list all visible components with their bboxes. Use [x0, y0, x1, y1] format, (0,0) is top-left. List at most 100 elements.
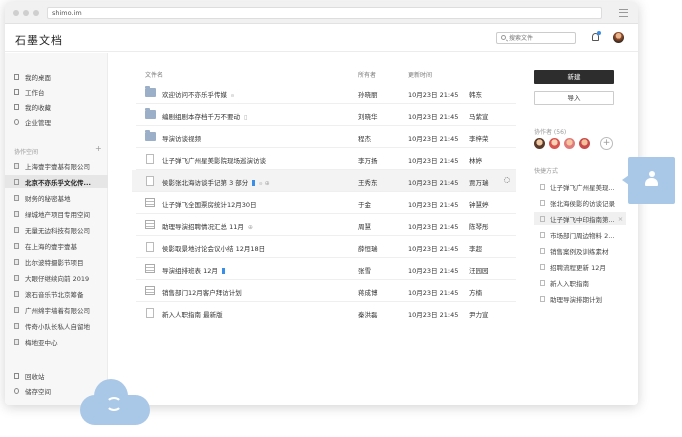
file-owner: 刘晓华 — [358, 113, 378, 121]
space-icon — [14, 242, 19, 249]
star-icon — [14, 103, 19, 110]
sidebar-item-space[interactable]: 大眼仔继续向前 2019 — [5, 271, 108, 284]
shortcut-item-hovered[interactable]: 让子弹飞中印指南第... × — [534, 212, 626, 225]
sidebar-item-space[interactable]: 无量无边科技有限公司 — [5, 223, 108, 236]
collaborator-avatar[interactable] — [534, 138, 545, 149]
sidebar-item-label: 财务的秘密基地 — [25, 194, 71, 203]
sidebar-item-space[interactable]: 在上海的壹宇壹基 — [5, 239, 108, 252]
document-icon — [540, 263, 545, 270]
sidebar-item-space[interactable]: 滚石音乐节北京筹备 — [5, 287, 108, 300]
table-row[interactable]: 让子弹飞广州星美影院现场巡演访谈 李万扬 10月23日 21:45 林婷 — [136, 148, 516, 170]
sidebar-item-space[interactable]: 传奇小队长私人自留地 — [5, 319, 108, 332]
file-time: 10月23日 21:45 — [408, 135, 459, 143]
collaborator-avatar[interactable] — [579, 138, 590, 149]
sidebar-item-desktop[interactable]: 我的桌面 — [5, 70, 108, 83]
sidebar-item-label: 比尔波特摄影节项目 — [25, 258, 84, 267]
file-name: 新入人职指南 最新版 — [162, 311, 223, 319]
file-owner: 蒋成博 — [358, 289, 378, 297]
table-row[interactable]: 让子弹飞全国票房统计12月30日 于金 10月23日 21:45 钟慧婷 — [136, 192, 516, 214]
new-button[interactable]: 新建 — [534, 70, 614, 84]
file-name: 让子弹飞广州星美影院现场巡演访谈 — [162, 157, 266, 165]
document-icon — [540, 231, 545, 238]
menu-icon[interactable] — [619, 9, 628, 17]
shortcut-item[interactable]: 销售案例及训练素材 — [534, 244, 626, 257]
sidebar-item-space[interactable]: 财务的秘密基地 — [5, 191, 108, 204]
shortcut-item[interactable]: 新人入职指南 — [534, 276, 626, 289]
window-controls — [13, 10, 39, 16]
user-avatar[interactable] — [613, 32, 624, 43]
minimize-window-dot[interactable] — [23, 10, 29, 16]
app-logo[interactable]: 石墨文档 — [15, 32, 63, 48]
sidebar-item-space[interactable]: 比尔波特摄影节项目 — [5, 255, 108, 268]
person-icon — [645, 171, 658, 188]
sidebar-item-label: 梅地亚中心 — [25, 338, 58, 347]
space-icon — [14, 226, 19, 233]
sidebar-item-space[interactable]: 广州绵宇墙着有限公司 — [5, 303, 108, 316]
sidebar-item-label: 北京不亦乐乎文化传... — [25, 178, 91, 187]
sidebar-item-space-active[interactable]: 北京不亦乐乎文化传... — [5, 175, 108, 188]
shortcut-item[interactable]: 让子弹飞广州星美现... — [534, 180, 626, 193]
space-icon — [14, 258, 19, 265]
file-editor: 尹力宣 — [469, 311, 489, 319]
file-time: 10月23日 21:45 — [408, 267, 459, 275]
sidebar-item-workbench[interactable]: 工作台 — [5, 85, 108, 98]
collaborator-avatar[interactable] — [549, 138, 560, 149]
sidebar-item-label: 我的桌面 — [25, 73, 51, 82]
table-row[interactable]: 侯影取景地讨论会议小结 12月18日 薛恒瑞 10月23日 21:45 李超 — [136, 236, 516, 258]
maximize-window-dot[interactable] — [33, 10, 39, 16]
sidebar-item-label: 滚石音乐节北京筹备 — [25, 290, 84, 299]
collaborators-label: 协作者 (56) — [534, 129, 567, 136]
column-header-updated[interactable]: 更新时间 — [408, 70, 432, 79]
table-row-hovered[interactable]: 侯影张北海访谈手记第 3 部分ဓ ⊕ 王秀东 10月23日 21:45 贾万瑞 — [132, 170, 516, 192]
document-icon — [146, 242, 154, 252]
row-settings-gear-icon[interactable] — [504, 177, 510, 183]
shortcut-item[interactable]: 市场部门周边物料 2... — [534, 228, 626, 241]
sidebar-item-label: 上海壹宇壹基有限公司 — [25, 162, 90, 171]
import-button[interactable]: 导入 — [534, 91, 614, 105]
space-icon — [14, 306, 19, 313]
column-header-name[interactable]: 文件名 — [145, 70, 163, 79]
link-icon: ⊕ — [247, 224, 253, 231]
search-box[interactable] — [496, 32, 576, 44]
shortcut-item[interactable]: 张北海侯影的访谈记录 — [534, 196, 626, 209]
collaborator-avatar[interactable] — [564, 138, 575, 149]
file-name: 销售部门12月客户拜访计划 — [162, 289, 242, 297]
table-row[interactable]: 编剧组剧本存档千万不要动 ▯ 刘晓华 10月23日 21:45 马紫宣 — [136, 104, 516, 126]
remove-shortcut-close-icon[interactable]: × — [618, 215, 623, 223]
shortcut-item[interactable]: 助理导演排期计划 — [534, 292, 626, 305]
workbench-icon — [14, 88, 19, 95]
sidebar-item-space[interactable]: 上海壹宇壹基有限公司 — [5, 159, 108, 172]
close-window-dot[interactable] — [13, 10, 19, 16]
table-row[interactable]: 导演访谈视频 程杰 10月23日 21:45 李梓荣 — [136, 126, 516, 148]
document-icon — [540, 183, 545, 190]
table-row[interactable]: 助理导演招聘情况汇总 11月 ⊕ 周慧 10月23日 21:45 陈琴彤 — [136, 214, 516, 236]
table-row[interactable]: 欢迎访问不亦乐乎传媒ဓ 孙晓丽 10月23日 21:45 韩东 — [136, 82, 516, 104]
file-owner: 孙晓丽 — [358, 91, 378, 99]
table-row[interactable]: 导演组排班表 12月 张雪 10月23日 21:45 汪园园 — [136, 258, 516, 280]
sidebar-item-space[interactable]: 梅地亚中心 — [5, 335, 108, 348]
add-collaborator-button[interactable]: + — [600, 137, 613, 150]
search-input[interactable] — [509, 34, 573, 43]
file-editor: 林婷 — [469, 157, 482, 165]
sidebar-item-favorites[interactable]: 我的收藏 — [5, 100, 108, 113]
table-row[interactable]: 销售部门12月客户拜访计划 蒋成博 10月23日 21:45 方楠 — [136, 280, 516, 302]
space-icon — [14, 194, 19, 201]
file-owner: 周慧 — [358, 223, 371, 231]
shortcut-item[interactable]: 招聘流程更新 12月 — [534, 260, 626, 273]
sidebar-item-enterprise[interactable]: 企业管理 — [5, 115, 108, 128]
file-time: 10月23日 21:45 — [408, 157, 459, 165]
sidebar-item-label: 我的收藏 — [25, 103, 51, 112]
lock-icon: ▯ — [244, 114, 248, 121]
table-row[interactable]: 新入人职指南 最新版 秦洪磊 10月23日 21:45 尹力宣 — [136, 302, 516, 324]
file-owner: 于金 — [358, 201, 371, 209]
file-time: 10月23日 21:45 — [408, 245, 459, 253]
document-icon — [540, 215, 545, 222]
sidebar-item-space[interactable]: 绿城地产项目专用空间 — [5, 207, 108, 220]
address-bar[interactable]: shimo.im — [47, 7, 602, 19]
document-icon — [540, 279, 545, 286]
profile-card[interactable] — [628, 157, 675, 204]
column-header-owner[interactable]: 所有者 — [358, 70, 376, 79]
file-name: 欢迎访问不亦乐乎传媒ဓ — [162, 91, 235, 99]
browser-window: shimo.im 石墨文档 我的桌面 工作台 我的收藏 企业管理 协作空间 + … — [5, 2, 638, 405]
add-space-button[interactable]: + — [95, 144, 102, 153]
